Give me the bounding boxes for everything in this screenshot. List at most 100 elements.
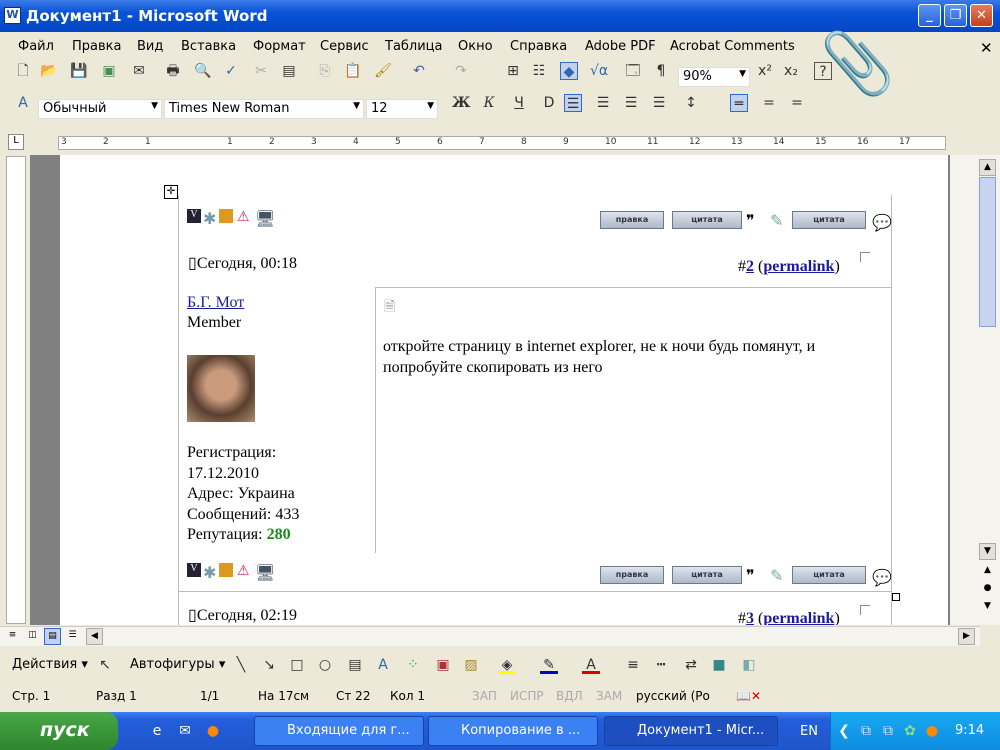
warning-icon[interactable]: ⚠ [237,209,251,225]
task-outlook[interactable]: Входящие для г... [254,716,424,746]
line-color-icon[interactable]: ✎ [540,656,558,674]
tables-borders-icon[interactable]: ⊞ [504,62,522,80]
menu-tools[interactable]: Сервис [320,39,369,54]
author-link[interactable]: Б.Г. Мот [187,293,244,313]
zoom-select[interactable]: 90% ▼ [678,67,750,87]
scroll-down-button[interactable]: ▼ [979,543,996,560]
menu-format[interactable]: Формат [253,39,306,54]
subscript-icon[interactable]: x₂ [782,62,800,80]
copy-icon[interactable]: ⎘ [316,62,334,80]
close-document-icon[interactable]: ✕ [980,39,993,57]
minimize-button[interactable]: _ [918,4,941,27]
show-formatting-icon[interactable]: ¶ [652,62,670,80]
open-icon[interactable]: 📂 [40,62,58,80]
card-icon[interactable] [219,209,233,223]
scroll-right-button[interactable]: ▶ [958,628,975,645]
network-icon[interactable]: ✱ [203,563,217,582]
network-tray-icon[interactable]: ⧉ [857,722,875,740]
table-move-handle[interactable]: ✛ [164,185,178,199]
ie-quicklaunch-icon[interactable]: e [148,722,166,740]
quote-button[interactable]: цитата [672,566,742,584]
menu-file[interactable]: Файл [18,39,54,54]
network-icon[interactable]: ✱ [203,209,217,228]
avatar[interactable] [187,355,255,422]
menu-adobe-pdf[interactable]: Adobe PDF [585,39,656,54]
vertical-ruler[interactable] [6,156,26,624]
web-view-button[interactable]: ◫ [24,628,41,645]
format-painter-icon[interactable]: 🖌 [374,62,392,80]
font-size-select[interactable]: 12 ▼ [366,99,438,119]
menu-insert[interactable]: Вставка [181,39,236,54]
select-post-checkbox[interactable] [860,605,870,615]
help-icon[interactable]: ? [814,62,832,80]
print-icon[interactable]: 🖶 [164,62,182,80]
equation-icon[interactable]: √α [590,62,608,80]
clipart-icon[interactable]: ▣ [434,656,452,674]
wordart-icon[interactable]: A [374,656,392,674]
edit-button[interactable]: правка [600,566,664,584]
report-icon[interactable]: 💬 [872,568,892,587]
scroll-thumb[interactable] [979,177,996,327]
status-ovr[interactable]: ЗАМ [596,689,622,703]
menu-acrobat-comments[interactable]: Acrobat Comments [670,39,795,54]
menu-help[interactable]: Справка [510,39,567,54]
scroll-left-button[interactable]: ◀ [86,628,103,645]
select-objects-icon[interactable]: ↖ [96,656,114,674]
previous-page-button[interactable]: ▲ [979,563,996,580]
line-style-icon[interactable]: ≡ [624,656,642,674]
bold-button[interactable]: Ж [452,94,470,112]
spelling-icon[interactable]: ✓ [222,62,240,80]
line-spacing-icon[interactable]: ↕ [682,94,700,112]
diagram-icon[interactable]: ⁘ [404,656,422,674]
redo-icon[interactable]: ↷ [452,62,470,80]
styles-icon[interactable]: A [14,94,32,112]
horizontal-scrollbar[interactable]: ≡ ◫ ▤ ☰ ◀ ▶ [0,626,980,646]
font-color-icon[interactable]: A [582,656,600,674]
3d-icon[interactable]: ◧ [740,656,758,674]
align-center-icon[interactable]: ☰ [594,94,612,112]
arrow-style-icon[interactable]: ⇄ [682,656,700,674]
menu-window[interactable]: Окно [458,39,493,54]
post-number-link[interactable]: 3 [746,610,754,625]
vote-icon[interactable]: V [187,563,201,577]
select-post-checkbox[interactable] [860,252,870,262]
justify-icon[interactable]: ☰ [650,94,668,112]
line-icon[interactable]: ╲ [232,656,250,674]
next-page-button[interactable]: ▼ [979,599,996,616]
new-icon[interactable]: 🗋 [14,62,32,80]
quote-button[interactable]: цитата [672,211,742,229]
border-bottom-icon[interactable]: ═ [730,94,748,112]
fill-color-icon[interactable]: ◈ [498,656,516,674]
textbox-icon[interactable]: ▤ [346,656,364,674]
computer-icon[interactable]: 🖥 [255,563,275,582]
computer-icon[interactable]: 🖥 [255,209,275,228]
permission-icon[interactable]: ▣ [100,62,118,80]
italic-button[interactable]: К [480,94,498,112]
ruler-scale[interactable]: 3 2 1 1 2 3 4 5 6 7 8 9 10 11 12 13 14 15 16 17 [58,136,946,150]
shadow-icon[interactable]: ■ [710,656,728,674]
align-right-icon[interactable]: ☰ [622,94,640,112]
insert-table-icon[interactable]: ☷ [530,62,548,80]
firefox-quicklaunch-icon[interactable]: ● [204,722,222,740]
security-tray-icon[interactable]: ✿ [901,722,919,740]
cut-icon[interactable]: ✂ [252,62,270,80]
document-map-icon[interactable]: 🗔 [624,62,642,80]
report-icon[interactable]: 💬 [872,213,892,232]
email-icon[interactable]: ✉ [130,62,148,80]
app-tray-icon[interactable]: ● [923,722,941,740]
dash-style-icon[interactable]: ┅ [652,656,670,674]
font-select[interactable]: Times New Roman ▼ [164,99,364,119]
outlook-quicklaunch-icon[interactable]: ✉ [176,722,194,740]
drawing-icon[interactable]: ◆ [560,62,578,80]
word-app-icon[interactable]: W [4,7,21,24]
print-preview-icon[interactable]: 🔍 [194,62,212,80]
start-button[interactable]: пуск [0,712,118,750]
underline-button[interactable]: Ч [510,94,528,112]
rectangle-icon[interactable]: □ [288,656,306,674]
paste-icon[interactable]: 📋 [344,62,362,80]
status-rec[interactable]: ЗАП [472,689,497,703]
language-indicator[interactable]: EN [800,724,818,739]
menu-table[interactable]: Таблица [385,39,443,54]
permalink-link[interactable]: permalink [763,610,834,625]
border-style-icon[interactable]: = [788,94,806,112]
